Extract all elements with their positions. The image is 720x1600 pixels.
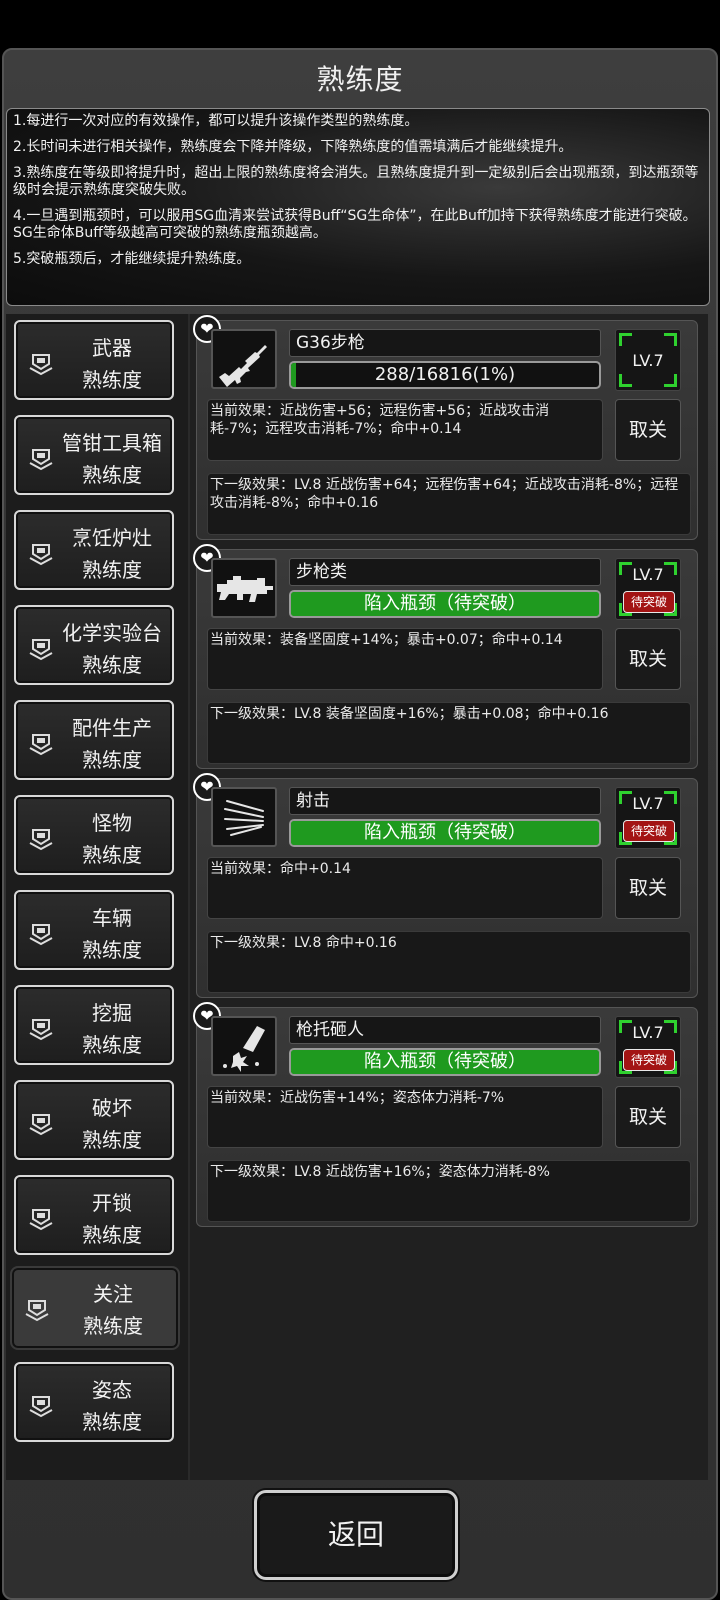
- unfollow-button[interactable]: 取关: [615, 628, 681, 690]
- level-text: LV.7: [632, 794, 664, 813]
- unfollow-button[interactable]: 取关: [615, 857, 681, 919]
- category-sublabel: 熟练度: [82, 748, 142, 772]
- unfollow-button[interactable]: 取关: [615, 1086, 681, 1148]
- current-effect: 当前效果：近战伤害+14%；姿态体力消耗-7%: [207, 1086, 603, 1148]
- level-box: LV.7 待突破: [615, 558, 681, 620]
- level-text: LV.7: [632, 351, 664, 370]
- level-box: LV.7: [615, 329, 681, 391]
- category-label: 怪物: [92, 811, 132, 835]
- assault-rifle-icon: [217, 576, 273, 602]
- category-sublabel: 熟练度: [82, 463, 142, 487]
- category-label: 化学实验台: [62, 621, 162, 645]
- category-label: 破坏: [92, 1096, 132, 1120]
- category-sidebar[interactable]: 武器 熟练度 管钳工具箱 熟练度 烹饪炉灶 熟练度 化学实验台 熟练度 配件生产…: [6, 314, 191, 1480]
- category-label: 开锁: [92, 1191, 132, 1215]
- category-sublabel: 熟练度: [82, 558, 142, 582]
- category-sublabel: 熟练度: [82, 368, 142, 392]
- category-label: 武器: [92, 336, 132, 360]
- category-vehicle[interactable]: 车辆 熟练度: [14, 890, 174, 970]
- category-destroy[interactable]: 破坏 熟练度: [14, 1080, 174, 1160]
- proficiency-text: 陷入瓶颈（待突破）: [364, 1051, 526, 1072]
- category-sublabel: 熟练度: [82, 938, 142, 962]
- skill-name: 射击: [289, 787, 601, 815]
- note-5: 5.突破瓶颈后，才能继续提升熟练度。: [13, 251, 251, 267]
- skill-thumbnail: [211, 558, 277, 618]
- rifle-butt-smash-icon: [223, 1026, 265, 1072]
- current-effect: 当前效果：装备坚固度+14%；暴击+0.07；命中+0.14: [207, 628, 603, 690]
- next-level-effect: 下一级效果：LV.8 近战伤害+16%；姿态体力消耗-8%: [207, 1160, 691, 1222]
- level-text: LV.7: [632, 565, 664, 584]
- category-label: 配件生产: [72, 716, 152, 740]
- proficiency-bar: 陷入瓶颈（待突破）: [289, 819, 601, 847]
- category-label: 车辆: [92, 906, 132, 930]
- skill-list[interactable]: ❤ G36步枪 288/16816(1%) LV.7 当前效果：近战伤害+56；…: [190, 314, 708, 1480]
- category-toolbox[interactable]: 管钳工具箱 熟练度: [14, 415, 174, 495]
- note-3: 3.熟练度在等级即将提升时，超出上限的熟练度将会消失。且熟练度提升到一定级别后会…: [13, 165, 699, 198]
- skill-name: 枪托砸人: [289, 1016, 601, 1044]
- note-2: 2.长时间未进行相关操作，熟练度会下降并降级，下降熟练度的值需填满后才能继续提升…: [13, 139, 573, 155]
- rifle-icon: [219, 345, 267, 387]
- note-4: 4.一旦遇到瓶颈时，可以服用SG血清来尝试获得Buff“SG生命体”，在此Buf…: [13, 208, 697, 241]
- skill-card: ❤ G36步枪 288/16816(1%) LV.7 当前效果：近战伤害+56；…: [193, 315, 698, 540]
- category-label: 管钳工具箱: [62, 431, 162, 455]
- skill-card: ❤ 步枪类 陷入瓶颈（待突破） LV.7 待突破 当前效果：装备坚固度+14%；…: [193, 544, 698, 769]
- category-parts[interactable]: 配件生产 熟练度: [14, 700, 174, 780]
- page-title: 熟练度: [316, 63, 404, 96]
- category-sublabel: 熟练度: [82, 1128, 142, 1152]
- category-stance[interactable]: 姿态 熟练度: [14, 1362, 174, 1442]
- category-followed[interactable]: 关注 熟练度: [10, 1266, 180, 1350]
- level-box: LV.7 待突破: [615, 787, 681, 849]
- category-digging[interactable]: 挖掘 熟练度: [14, 985, 174, 1065]
- category-weapon[interactable]: 武器 熟练度: [14, 320, 174, 400]
- skill-thumbnail: [211, 329, 277, 389]
- shooting-icon: [224, 800, 264, 836]
- breakthrough-badge[interactable]: 待突破: [623, 820, 675, 842]
- next-level-effect: 下一级效果：LV.8 近战伤害+64；远程伤害+64；近战攻击消耗-8%；远程攻…: [207, 473, 691, 535]
- skill-card: ❤ 射击 陷入瓶颈（待突破） LV.7 待突破 当前效果：命中+0.14 取关 …: [193, 773, 698, 998]
- proficiency-bar: 288/16816(1%): [289, 361, 601, 389]
- category-sublabel: 熟练度: [82, 1033, 142, 1057]
- category-label: 挖掘: [92, 1001, 132, 1025]
- category-sublabel: 熟练度: [83, 1314, 143, 1338]
- unfollow-button[interactable]: 取关: [615, 399, 681, 461]
- category-label: 烹饪炉灶: [72, 526, 152, 550]
- current-effect: 当前效果：近战伤害+56；远程伤害+56；近战攻击消耗-7%；远程攻击消耗-7%…: [207, 399, 603, 461]
- category-sublabel: 熟练度: [82, 1223, 142, 1247]
- skill-name: 步枪类: [289, 558, 601, 586]
- category-sublabel: 熟练度: [82, 1410, 142, 1434]
- skill-thumbnail: [211, 1016, 277, 1076]
- category-label: 姿态: [92, 1378, 132, 1402]
- category-chem-lab[interactable]: 化学实验台 熟练度: [14, 605, 174, 685]
- proficiency-text: 288/16816(1%): [374, 364, 516, 385]
- category-lockpick[interactable]: 开锁 熟练度: [14, 1175, 174, 1255]
- category-sublabel: 熟练度: [82, 653, 142, 677]
- level-text: LV.7: [632, 1023, 664, 1042]
- back-button[interactable]: 返回: [254, 1490, 458, 1580]
- next-level-effect: 下一级效果：LV.8 命中+0.16: [207, 931, 691, 993]
- proficiency-text: 陷入瓶颈（待突破）: [364, 822, 526, 843]
- current-effect: 当前效果：命中+0.14: [207, 857, 603, 919]
- note-1: 1.每进行一次对应的有效操作，都可以提升该操作类型的熟练度。: [13, 113, 419, 129]
- rules-notes: 1.每进行一次对应的有效操作，都可以提升该操作类型的熟练度。 2.长时间未进行相…: [6, 108, 710, 306]
- proficiency-bar: 陷入瓶颈（待突破）: [289, 590, 601, 618]
- next-level-effect: 下一级效果：LV.8 装备坚固度+16%；暴击+0.08；命中+0.16: [207, 702, 691, 764]
- skill-thumbnail: [211, 787, 277, 847]
- category-label: 关注: [93, 1282, 133, 1306]
- skill-card: ❤ 枪托砸人 陷入瓶颈（待突破） LV.7 待突破 当前效果：近战伤害+14%；…: [193, 1002, 698, 1227]
- proficiency-text: 陷入瓶颈（待突破）: [364, 593, 526, 614]
- category-sublabel: 熟练度: [82, 843, 142, 867]
- category-monster[interactable]: 怪物 熟练度: [14, 795, 174, 875]
- category-stove[interactable]: 烹饪炉灶 熟练度: [14, 510, 174, 590]
- proficiency-bar: 陷入瓶颈（待突破）: [289, 1048, 601, 1076]
- level-box: LV.7 待突破: [615, 1016, 681, 1078]
- breakthrough-badge[interactable]: 待突破: [623, 591, 675, 613]
- breakthrough-badge[interactable]: 待突破: [623, 1049, 675, 1071]
- skill-name: G36步枪: [289, 329, 601, 357]
